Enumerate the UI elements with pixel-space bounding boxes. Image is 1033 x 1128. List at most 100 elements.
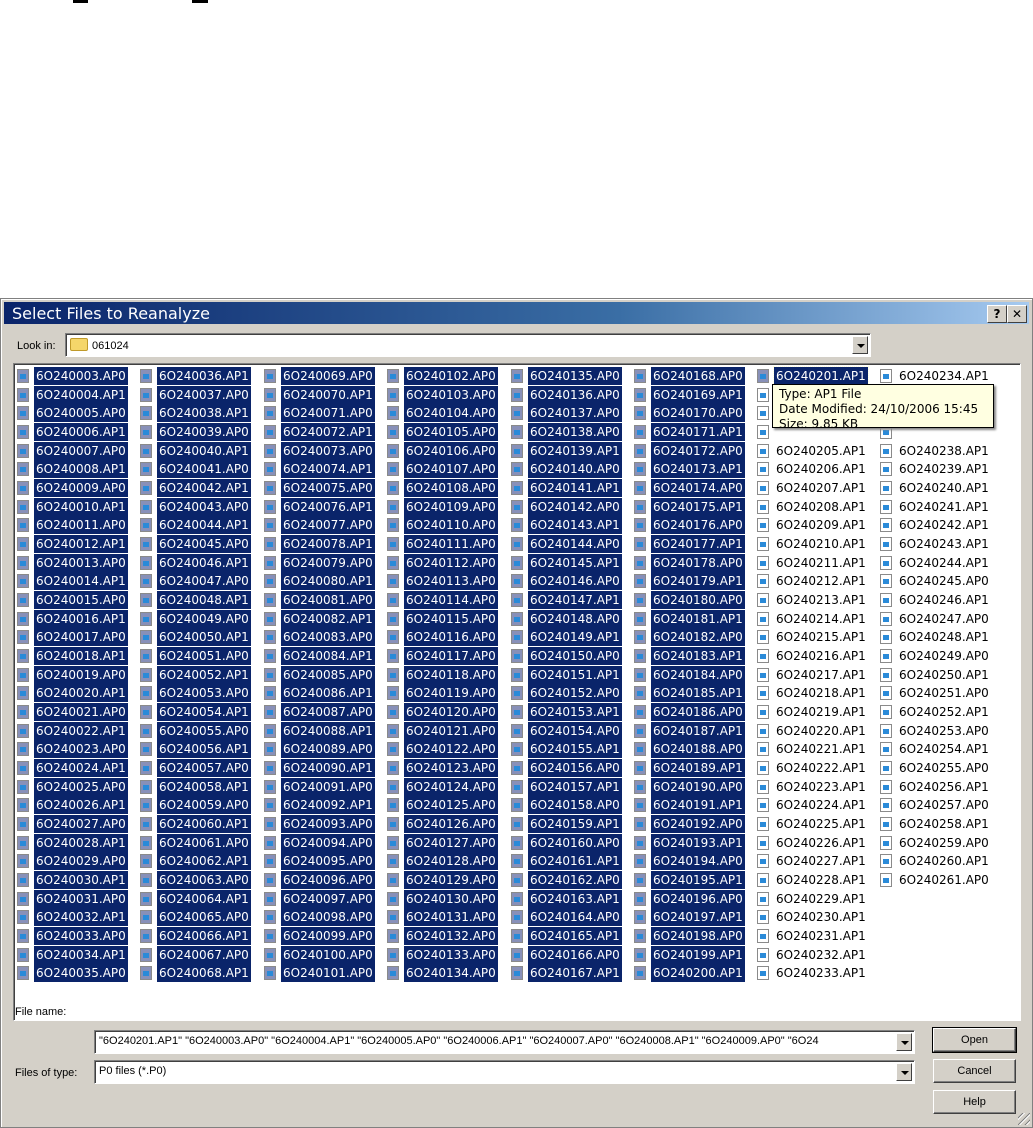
select-files-dialog: Select Files to Reanalyze ? ✕ Look in: 0… <box>0 298 1033 1128</box>
help-button[interactable]: Help <box>933 1090 1016 1114</box>
file-name: 6O240218.AP1 <box>776 686 866 701</box>
resize-grip[interactable] <box>1018 1113 1030 1125</box>
file-name: 6O240146.AP0 <box>528 572 622 591</box>
file-icon <box>880 873 892 888</box>
file-name: 6O240165.AP1 <box>528 927 622 946</box>
file-name: 6O240105.AP0 <box>404 423 498 441</box>
tooltip-type: Type: AP1 File <box>779 387 862 401</box>
file-icon <box>757 817 769 832</box>
close-button[interactable]: ✕ <box>1007 305 1027 323</box>
file-name: 6O240248.AP1 <box>899 630 989 645</box>
file-icon <box>387 593 399 608</box>
file-icon <box>264 817 276 832</box>
file-icon <box>17 798 29 813</box>
file-icon <box>17 387 29 402</box>
file-name: 6O240186.AP0 <box>651 703 745 722</box>
file-name: 6O240187.AP1 <box>651 721 745 740</box>
file-icon <box>634 779 646 794</box>
file-icon <box>264 929 276 944</box>
chevron-down-icon[interactable] <box>896 1063 912 1081</box>
file-icon <box>17 425 29 439</box>
file-name: 6O240184.AP0 <box>651 665 745 684</box>
file-name: 6O240151.AP1 <box>528 665 622 684</box>
file-icon <box>17 947 29 962</box>
file-icon <box>757 891 769 906</box>
file-name: 6O240195.AP1 <box>651 871 745 890</box>
file-name: 6O240243.AP1 <box>899 537 989 552</box>
file-name: 6O240131.AP0 <box>404 908 498 927</box>
file-icon <box>634 518 646 533</box>
file-name: 6O240037.AP0 <box>157 385 251 404</box>
open-button[interactable]: Open <box>932 1027 1017 1053</box>
look-in-dropdown[interactable]: 061024 <box>65 333 871 357</box>
file-name-label: File name: <box>15 1006 67 1018</box>
file-name: 6O240111.AP0 <box>404 535 498 554</box>
file-name: 6O240031.AP0 <box>34 889 128 908</box>
file-icon <box>264 947 276 962</box>
file-name: 6O240127.AP0 <box>404 833 498 852</box>
file-name: 6O240020.AP1 <box>34 684 128 703</box>
file-name: 6O240026.AP1 <box>34 796 128 815</box>
file-name: 6O240145.AP1 <box>528 553 622 572</box>
file-icon <box>634 873 646 888</box>
file-icon <box>880 667 892 682</box>
file-name: 6O240152.AP0 <box>528 684 622 703</box>
file-name: 6O240229.AP1 <box>776 891 866 906</box>
file-icon <box>387 611 399 626</box>
file-icon <box>511 742 523 757</box>
file-icon <box>387 723 399 738</box>
file-icon <box>387 854 399 869</box>
title-bar[interactable]: Select Files to Reanalyze ? ✕ <box>4 302 1029 324</box>
file-name: 6O240038.AP1 <box>157 404 251 423</box>
file-icon <box>140 761 152 776</box>
file-name: 6O240244.AP1 <box>899 555 989 570</box>
file-icon <box>17 611 29 626</box>
file-name: 6O240041.AP0 <box>157 460 251 479</box>
cancel-button[interactable]: Cancel <box>933 1059 1016 1083</box>
file-name: 6O240078.AP1 <box>281 535 375 554</box>
file-icon <box>140 854 152 869</box>
file-icon <box>264 742 276 757</box>
file-icon <box>264 891 276 906</box>
file-name: 6O240008.AP1 <box>34 460 128 479</box>
file-name: 6O240251.AP0 <box>899 686 989 701</box>
file-name: 6O240219.AP1 <box>776 705 866 720</box>
file-name: 6O240012.AP1 <box>34 535 128 554</box>
file-icon <box>634 537 646 552</box>
tooltip-size: Size: 9.85 KB <box>779 417 859 431</box>
chevron-down-icon[interactable] <box>852 336 868 354</box>
files-of-type-dropdown[interactable]: P0 files (*.P0) <box>94 1060 915 1084</box>
file-name: 6O240189.AP1 <box>651 759 745 778</box>
file-name: 6O240198.AP0 <box>651 927 745 946</box>
file-icon <box>17 555 29 570</box>
file-icon <box>757 929 769 944</box>
file-icon <box>387 574 399 589</box>
file-icon <box>757 387 769 402</box>
file-icon <box>634 369 646 383</box>
file-name: 6O240143.AP1 <box>528 516 622 535</box>
file-name: 6O240076.AP1 <box>281 497 375 516</box>
file-name: 6O240199.AP1 <box>651 945 745 964</box>
help-icon-button[interactable]: ? <box>987 305 1007 323</box>
file-icon <box>17 723 29 738</box>
file-name: 6O240197.AP1 <box>651 908 745 927</box>
file-name: 6O240036.AP1 <box>157 367 251 385</box>
file-icon <box>880 761 892 776</box>
file-icon <box>511 630 523 645</box>
file-name: 6O240249.AP0 <box>899 649 989 664</box>
file-name-input[interactable]: "6O240201.AP1" "6O240003.AP0" "6O240004.… <box>94 1030 915 1054</box>
file-name: 6O240175.AP1 <box>651 497 745 516</box>
file-name: 6O240092.AP1 <box>281 796 375 815</box>
file-icon <box>264 481 276 496</box>
file-icon <box>264 387 276 402</box>
chevron-down-icon[interactable] <box>896 1033 912 1051</box>
file-icon <box>264 574 276 589</box>
file-name: 6O240142.AP0 <box>528 497 622 516</box>
file-name: 6O240225.AP1 <box>776 817 866 832</box>
file-list[interactable]: 6O240003.AP0 6O240004.AP1 6O240005.AP0 6O24… <box>13 363 1021 1021</box>
file-icon <box>140 667 152 682</box>
file-name: 6O240061.AP0 <box>157 833 251 852</box>
file-icon <box>17 406 29 421</box>
file-icon <box>511 873 523 888</box>
file-icon <box>634 817 646 832</box>
